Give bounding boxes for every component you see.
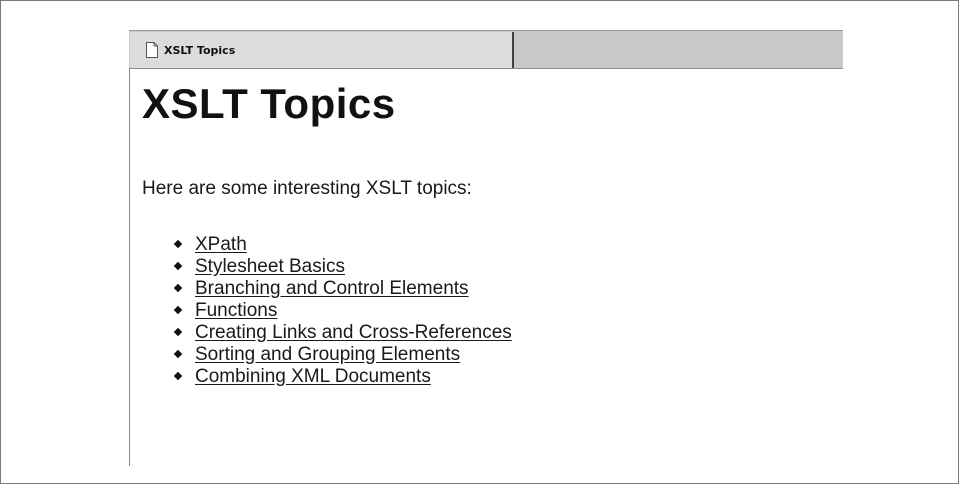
topic-link-combining-xml[interactable]: Combining XML Documents — [195, 367, 431, 386]
list-item: Sorting and Grouping Elements — [173, 343, 512, 365]
topic-link-sorting-grouping[interactable]: Sorting and Grouping Elements — [195, 345, 460, 364]
bullet-icon — [173, 239, 183, 249]
bullet-icon — [173, 371, 183, 381]
page-content: XSLT Topics Here are some interesting XS… — [142, 80, 832, 386]
topic-list: XPath Stylesheet Basics Branching and Co… — [173, 233, 512, 387]
browser-left-edge — [129, 30, 130, 466]
list-item: Creating Links and Cross-References — [173, 321, 512, 343]
list-item: Stylesheet Basics — [173, 255, 512, 277]
list-item: Functions — [173, 299, 512, 321]
topic-link-links-cross-references[interactable]: Creating Links and Cross-References — [195, 323, 512, 342]
list-item: XPath — [173, 233, 512, 255]
tab-bar: XSLT Topics — [129, 30, 843, 69]
bullet-icon — [173, 261, 183, 271]
bullet-icon — [173, 349, 183, 359]
tab-xslt-topics[interactable]: XSLT Topics — [130, 32, 514, 68]
bullet-icon — [173, 305, 183, 315]
topic-link-stylesheet-basics[interactable]: Stylesheet Basics — [195, 257, 345, 276]
page-title: XSLT Topics — [142, 80, 396, 127]
topic-link-branching-control[interactable]: Branching and Control Elements — [195, 279, 469, 298]
browser-window: XSLT Topics XSLT Topics Here are some in… — [129, 30, 843, 466]
screenshot-frame: XSLT Topics XSLT Topics Here are some in… — [0, 0, 959, 484]
topic-link-xpath[interactable]: XPath — [195, 235, 247, 254]
document-icon — [146, 42, 158, 58]
topic-link-functions[interactable]: Functions — [195, 301, 277, 320]
bullet-icon — [173, 327, 183, 337]
intro-text: Here are some interesting XSLT topics: — [142, 178, 472, 199]
list-item: Combining XML Documents — [173, 365, 512, 387]
list-item: Branching and Control Elements — [173, 277, 512, 299]
bullet-icon — [173, 283, 183, 293]
tab-title: XSLT Topics — [164, 43, 236, 57]
